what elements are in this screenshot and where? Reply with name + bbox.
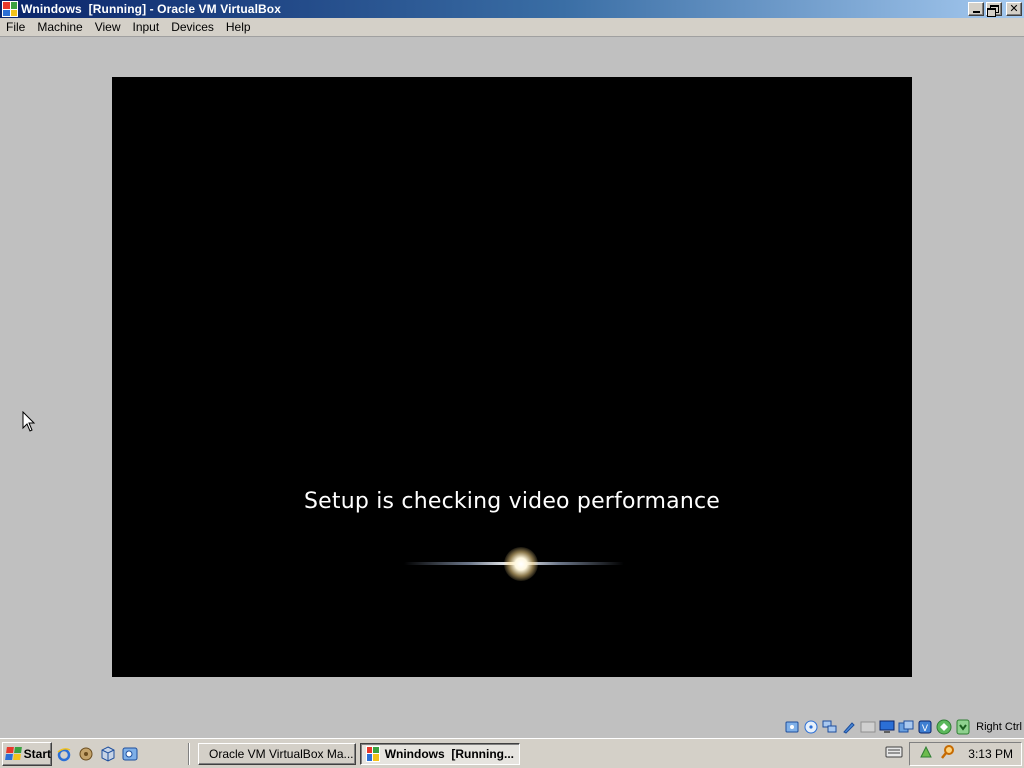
virtualbox-icon[interactable] bbox=[100, 745, 116, 762]
progress-glow-icon bbox=[504, 547, 538, 581]
windows-flag-icon bbox=[366, 745, 380, 762]
minimize-button[interactable] bbox=[968, 2, 984, 16]
mouse-integration-icon[interactable] bbox=[955, 719, 971, 735]
windows-flag-icon bbox=[5, 747, 22, 760]
setup-status-message: Setup is checking video performance bbox=[304, 489, 720, 514]
task-button-virtualbox-manager[interactable]: Oracle VM VirtualBox Ma... bbox=[198, 742, 356, 765]
restore-button[interactable] bbox=[986, 2, 1002, 17]
vt-x-icon[interactable]: V bbox=[917, 719, 933, 735]
search-icon[interactable] bbox=[940, 744, 956, 763]
minimize-icon bbox=[972, 11, 980, 13]
task-button-vm-window[interactable]: Wnindows [Running... bbox=[360, 742, 520, 765]
host-key-label[interactable]: Right Ctrl bbox=[976, 721, 1022, 733]
menu-help[interactable]: Help bbox=[220, 20, 257, 34]
recording-icon[interactable] bbox=[898, 719, 914, 735]
recycle-icon[interactable] bbox=[918, 744, 934, 763]
taskbar: Start Oracle VM VirtualBox Ma... Wnindow… bbox=[0, 738, 1024, 768]
close-button[interactable]: ✕ bbox=[1006, 2, 1022, 16]
menu-input[interactable]: Input bbox=[127, 20, 166, 34]
taskbar-separator bbox=[188, 742, 190, 765]
clock[interactable]: 3:13 PM bbox=[968, 747, 1013, 761]
vm-display-area[interactable]: Setup is checking video performance bbox=[0, 37, 1024, 717]
restore-icon bbox=[986, 5, 999, 17]
network-icon[interactable] bbox=[822, 719, 838, 735]
quick-launch-bar bbox=[56, 745, 138, 762]
menu-machine[interactable]: Machine bbox=[31, 20, 88, 34]
outlook-icon[interactable] bbox=[122, 746, 138, 762]
shared-folders-icon[interactable] bbox=[860, 719, 876, 735]
windows-flag-icon bbox=[2, 1, 18, 17]
hard-disk-icon[interactable] bbox=[784, 719, 800, 735]
menu-bar: File Machine View Input Devices Help bbox=[0, 18, 1024, 37]
start-label: Start bbox=[23, 746, 51, 761]
close-icon: ✕ bbox=[1009, 2, 1019, 15]
window-title-bar[interactable]: Wnindows [Running] - Oracle VM VirtualBo… bbox=[0, 0, 1024, 18]
keyboard-icon[interactable] bbox=[885, 745, 903, 762]
task-label: Wnindows [Running... bbox=[384, 746, 514, 761]
start-button[interactable]: Start bbox=[2, 741, 52, 766]
system-tray: 3:13 PM bbox=[909, 741, 1022, 766]
mouse-pointer-icon bbox=[22, 411, 36, 432]
internet-explorer-icon[interactable] bbox=[56, 746, 72, 762]
optical-drive-icon[interactable] bbox=[803, 719, 819, 735]
task-label: Oracle VM VirtualBox Ma... bbox=[209, 746, 354, 761]
svg-text:V: V bbox=[922, 724, 929, 734]
guest-additions-icon[interactable] bbox=[936, 719, 952, 735]
menu-view[interactable]: View bbox=[89, 20, 127, 34]
menu-file[interactable]: File bbox=[0, 20, 31, 34]
window-title: Wnindows [Running] - Oracle VM VirtualBo… bbox=[21, 2, 281, 16]
usb-icon[interactable] bbox=[841, 719, 857, 735]
network-tool-icon[interactable] bbox=[78, 746, 94, 762]
vm-status-bar: V Right Ctrl bbox=[0, 717, 1024, 737]
display-icon[interactable] bbox=[879, 719, 895, 735]
menu-devices[interactable]: Devices bbox=[165, 20, 220, 34]
vm-screen[interactable]: Setup is checking video performance bbox=[112, 77, 912, 677]
